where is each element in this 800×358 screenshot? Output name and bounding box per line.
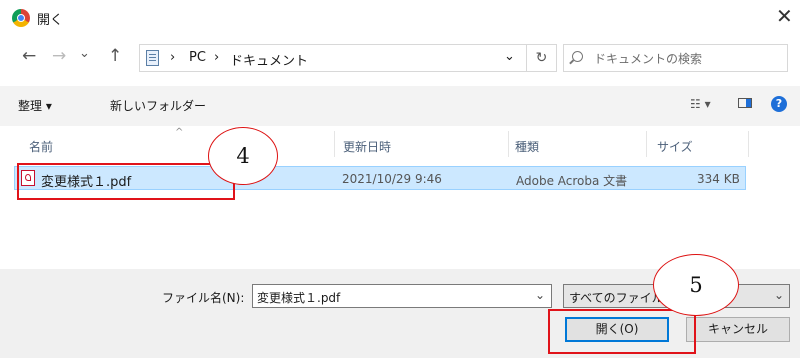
- annotation-step-5: 5: [653, 254, 739, 316]
- chrome-icon: [12, 9, 30, 27]
- close-icon[interactable]: ✕: [776, 4, 793, 28]
- file-type-dropdown-icon[interactable]: ⌄: [774, 288, 784, 302]
- back-button[interactable]: ←: [22, 46, 36, 66]
- column-header-name[interactable]: 名前: [29, 138, 53, 155]
- filename-input[interactable]: 変更様式１.pdf ⌄: [252, 284, 552, 308]
- new-folder-button[interactable]: 新しいフォルダー: [110, 97, 206, 114]
- filename-label: ファイル名(N):: [162, 291, 245, 305]
- sort-arrow-icon: ^: [175, 127, 184, 138]
- help-icon[interactable]: ?: [771, 96, 787, 112]
- file-type: Adobe Acroba 文書: [516, 174, 628, 188]
- column-divider[interactable]: [646, 131, 647, 157]
- breadcrumb-pc[interactable]: PC: [189, 50, 206, 65]
- filename-dropdown-icon[interactable]: ⌄: [535, 288, 545, 302]
- breadcrumb-documents[interactable]: ドキュメント: [230, 50, 308, 69]
- filename-value: 変更様式１.pdf: [257, 291, 341, 305]
- annotation-highlight-open: [548, 309, 696, 354]
- annotation-highlight-file: [17, 163, 235, 200]
- pc-icon: [146, 50, 159, 66]
- file-type-value: すべてのファイル: [569, 291, 664, 305]
- annotation-step-4: 4: [208, 127, 278, 185]
- view-options-button[interactable]: ☷ ▾: [690, 97, 711, 111]
- preview-pane-icon[interactable]: [738, 98, 752, 108]
- forward-button[interactable]: →: [52, 46, 66, 66]
- address-bar[interactable]: › PC › ドキュメント ⌄: [139, 44, 527, 72]
- column-divider[interactable]: [748, 131, 749, 157]
- refresh-button[interactable]: ↻: [527, 44, 557, 72]
- breadcrumb-separator[interactable]: ›: [170, 50, 175, 65]
- recent-locations-button[interactable]: ⌄: [79, 46, 90, 61]
- search-input[interactable]: ドキュメントの検索: [563, 44, 788, 72]
- column-divider[interactable]: [508, 131, 509, 157]
- search-placeholder: ドキュメントの検索: [594, 52, 703, 66]
- window-title: 開く: [37, 13, 64, 28]
- address-dropdown-icon[interactable]: ⌄: [504, 49, 515, 64]
- title-bar: 開く ✕: [0, 0, 800, 36]
- command-bar: 整理 ▾ 新しいフォルダー ☷ ▾ ?: [0, 86, 800, 126]
- column-header-size[interactable]: サイズ: [657, 138, 693, 155]
- up-button[interactable]: ↑: [108, 46, 122, 66]
- column-header-modified[interactable]: 更新日時: [343, 138, 391, 155]
- breadcrumb-separator[interactable]: ›: [214, 50, 219, 65]
- cancel-button[interactable]: キャンセル: [686, 317, 790, 342]
- file-modified: 2021/10/29 9:46: [342, 172, 442, 186]
- search-icon: [572, 51, 583, 62]
- column-header-type[interactable]: 種類: [515, 138, 539, 155]
- file-size: 334 KB: [697, 172, 740, 186]
- organize-menu[interactable]: 整理 ▾: [18, 97, 52, 114]
- column-divider[interactable]: [334, 131, 335, 157]
